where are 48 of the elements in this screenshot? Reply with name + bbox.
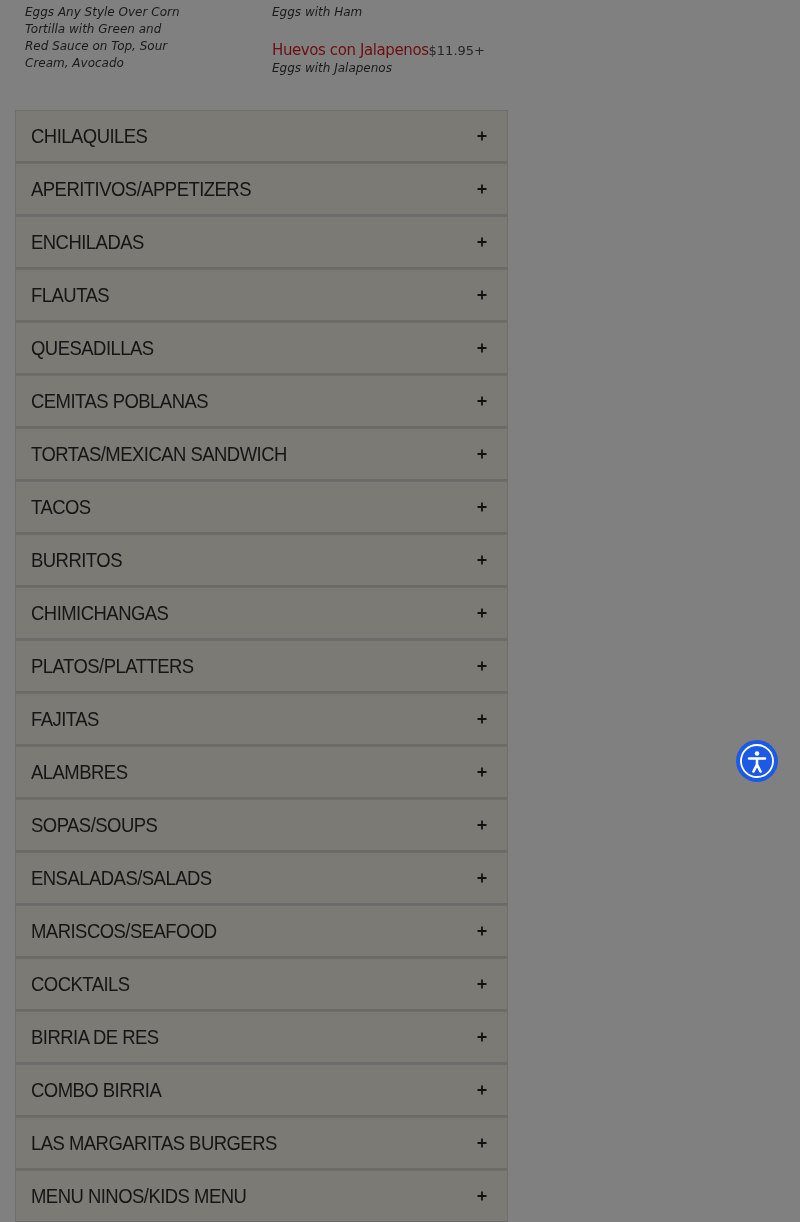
plus-icon [477,343,487,353]
category-header[interactable]: TACOS [15,481,508,534]
plus-icon [477,661,487,671]
category-header[interactable]: BIRRIA DE RES [15,1011,508,1064]
plus-icon [477,184,487,194]
accessibility-button[interactable] [735,739,779,783]
plus-icon [477,926,487,936]
item-description: Eggs with Jalapenos [272,60,393,77]
category-header[interactable]: FAJITAS [15,693,508,746]
plus-icon [477,714,487,724]
category-header[interactable]: ENCHILADAS [15,216,508,269]
category-header[interactable]: COMBO BIRRIA [15,1064,508,1117]
plus-icon [477,502,487,512]
category-header[interactable]: CHILAQUILES [15,110,508,163]
item-price: $11.95+ [428,43,485,58]
category-header[interactable]: MENU NINOS/KIDS MENU [15,1170,508,1222]
plus-icon [477,608,487,618]
plus-icon [477,290,487,300]
plus-icon [477,979,487,989]
category-header[interactable]: TORTAS/MEXICAN SANDWICH [15,428,508,481]
category-header[interactable]: SOPAS/SOUPS [15,799,508,852]
plus-icon [477,820,487,830]
category-header[interactable]: BURRITOS [15,534,508,587]
category-header[interactable]: APERITIVOS/APPETIZERS [15,163,508,216]
plus-icon [477,396,487,406]
category-header[interactable]: COCKTAILS [15,958,508,1011]
category-header[interactable]: FLAUTAS [15,269,508,322]
category-header[interactable]: ALAMBRES [15,746,508,799]
category-header[interactable]: MARISCOS/SEAFOOD [15,905,508,958]
item-name[interactable]: Huevos con Jalapenos [272,41,429,59]
plus-icon [477,131,487,141]
category-header[interactable]: CEMITAS POBLANAS [15,375,508,428]
plus-icon [477,237,487,247]
plus-icon [477,1085,487,1095]
category-header[interactable]: QUESADILLAS [15,322,508,375]
plus-icon [477,873,487,883]
item-description: Eggs with Ham [272,4,364,21]
plus-icon [477,555,487,565]
item-description: Eggs Any Style Over Corn Tortilla with Green and Red Sauce on Top, Sour Cream, Avocado [25,4,181,72]
category-header[interactable]: CHIMICHANGAS [15,587,508,640]
plus-icon [477,767,487,777]
category-header[interactable]: ENSALADAS/SALADS [15,852,508,905]
plus-icon [477,1138,487,1148]
category-header[interactable]: LAS MARGARITAS BURGERS [15,1117,508,1170]
plus-icon [477,449,487,459]
plus-icon [477,1032,487,1042]
category-header[interactable]: PLATOS/PLATTERS [15,640,508,693]
plus-icon [477,1191,487,1201]
